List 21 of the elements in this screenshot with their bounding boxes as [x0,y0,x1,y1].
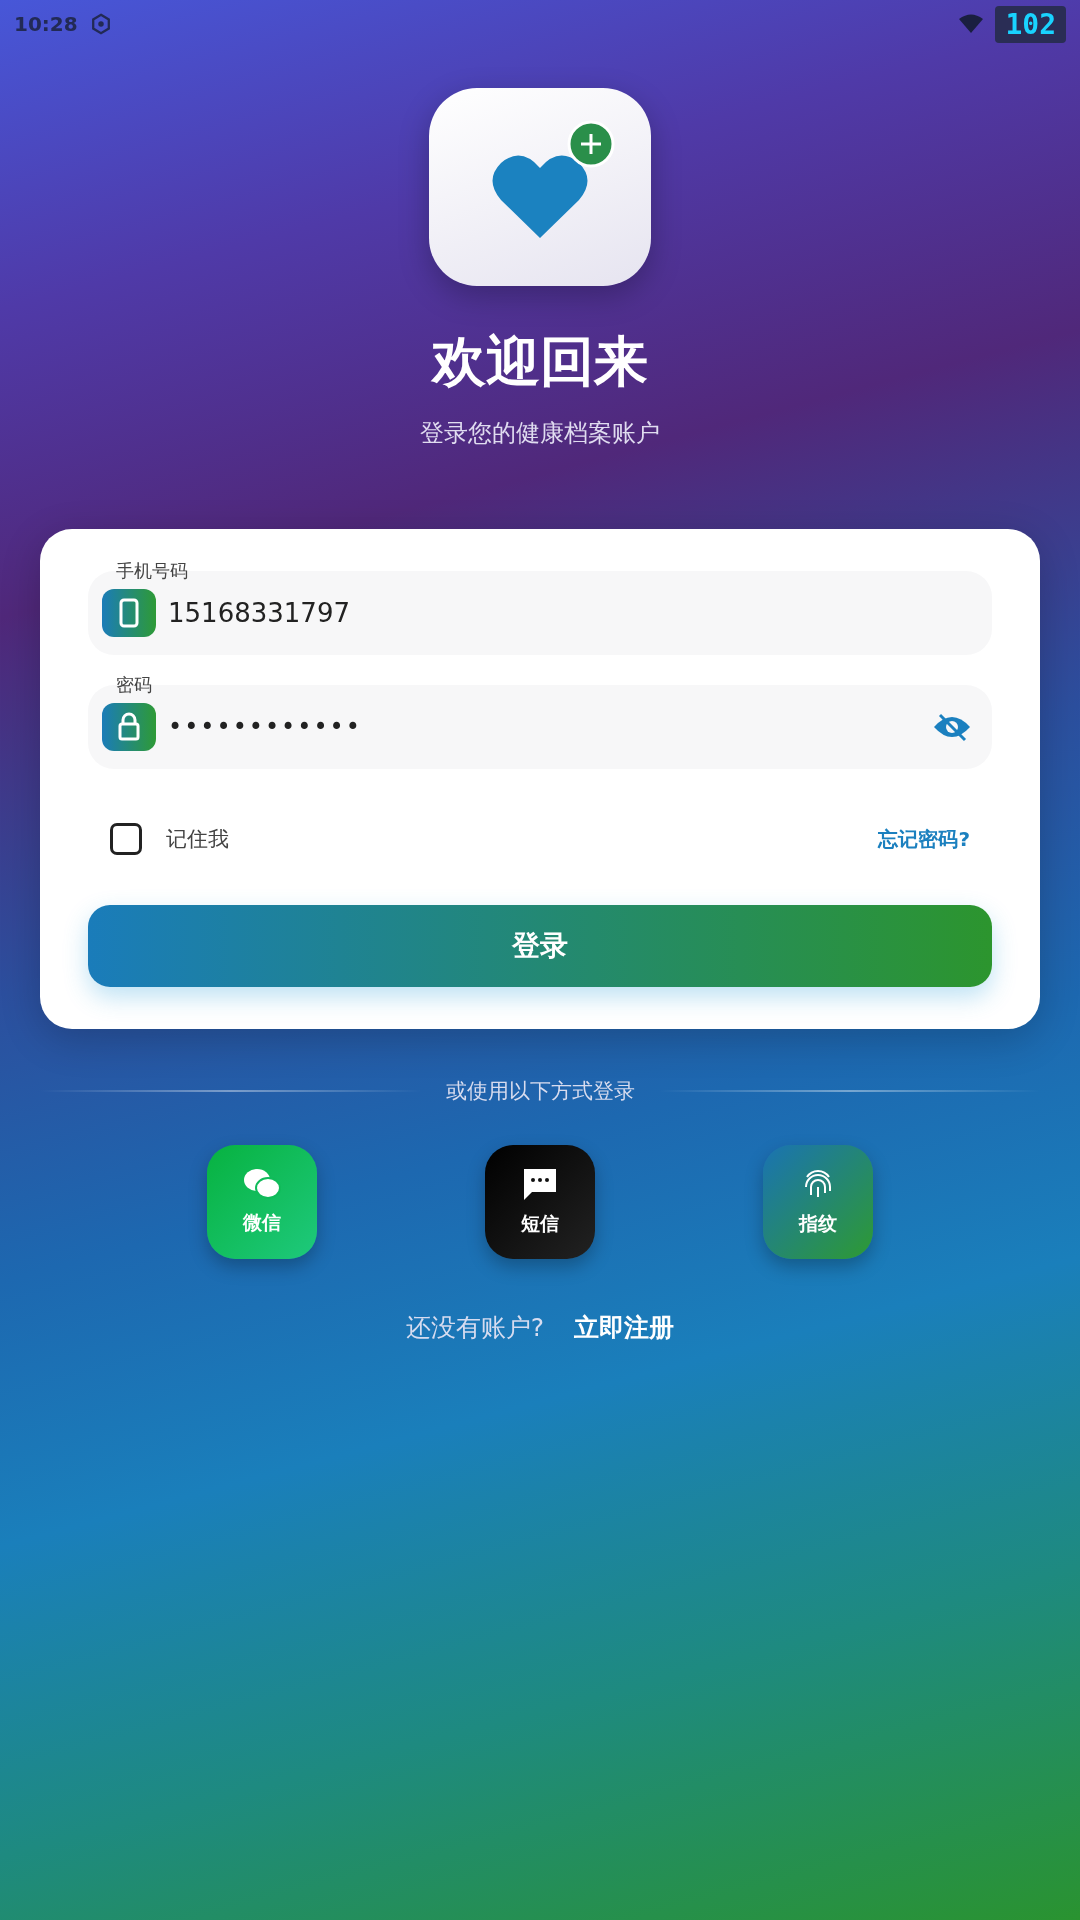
welcome-title: 欢迎回来 [432,329,648,395]
register-link[interactable]: 立即注册 [574,1311,675,1344]
sms-login-button[interactable]: 短信 [485,1145,595,1259]
chat-bubbles-icon [243,1168,281,1200]
message-icon [522,1167,558,1201]
remember-label: 记住我 [166,826,229,853]
forgot-password-link[interactable]: 忘记密码? [878,825,970,853]
status-time: 10:28 [14,12,78,36]
phone-icon [102,589,156,637]
wechat-login-button[interactable]: 微信 [207,1145,317,1259]
settings-icon [89,13,112,35]
remember-checkbox[interactable] [110,823,142,855]
eye-off-icon[interactable] [932,712,972,742]
fingerprint-login-button[interactable]: 指纹 [763,1145,873,1259]
wifi-icon [959,14,984,34]
welcome-subtitle: 登录您的健康档案账户 [420,418,660,449]
login-button[interactable]: 登录 [88,905,992,987]
lock-icon [102,703,156,751]
divider-text: 或使用以下方式登录 [445,1078,635,1105]
counter-badge: 102 [995,5,1066,43]
register-prompt: 还没有账户? [405,1312,545,1344]
